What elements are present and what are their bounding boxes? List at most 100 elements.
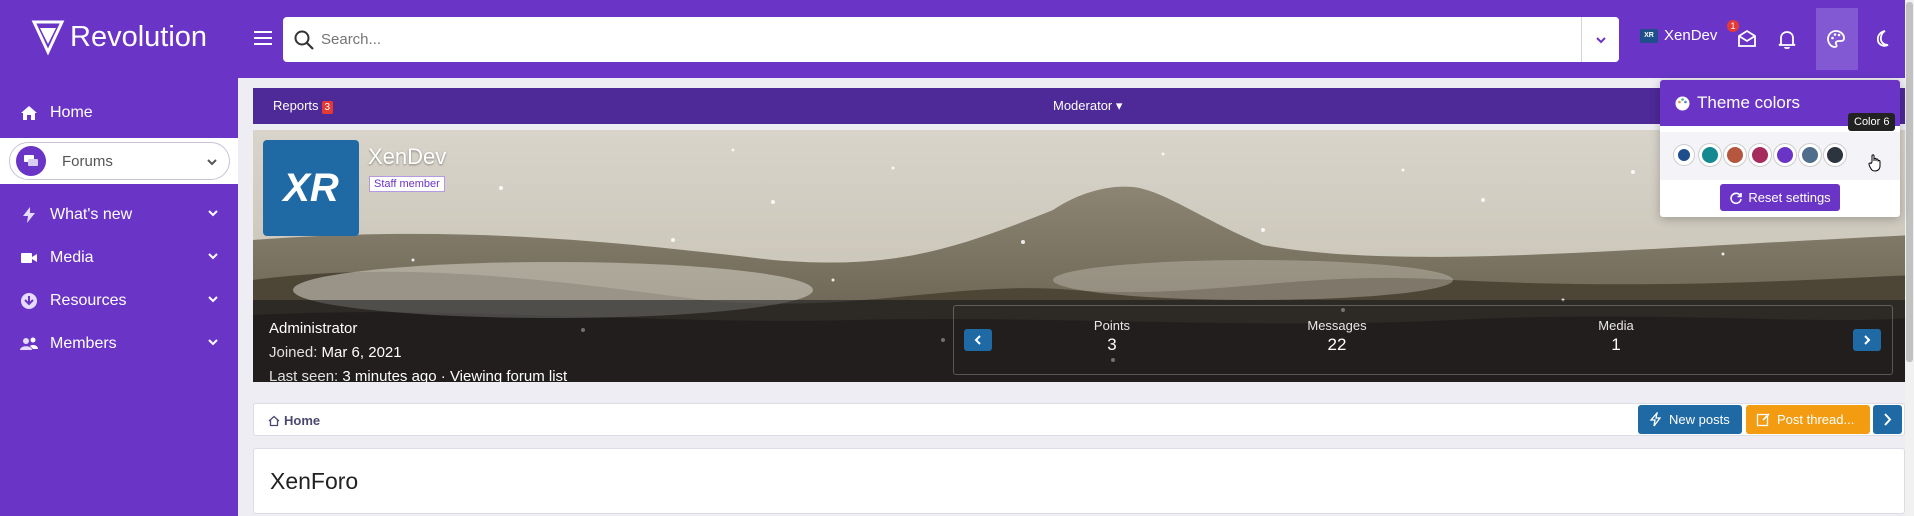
color-swatch-4[interactable] [1749, 144, 1771, 166]
sidebar-item-label: Home [50, 104, 93, 121]
staff-member-badge: Staff member [369, 176, 445, 192]
username: XenDev [1664, 27, 1718, 44]
brand-name: Revolution [70, 20, 208, 53]
reports-badge: 3 [321, 101, 334, 114]
more-actions-button[interactable] [1873, 405, 1902, 434]
reports-link[interactable]: Reports 3 [273, 98, 334, 114]
sidebar-item-whats-new[interactable]: What's new [0, 193, 238, 236]
forums-icon [16, 146, 46, 176]
alerts-button[interactable] [1776, 28, 1800, 50]
sidebar-item-label: Forums [62, 152, 113, 170]
new-posts-button[interactable]: New posts [1638, 405, 1742, 434]
color-swatch-7[interactable] [1824, 144, 1846, 166]
joined-date: Mar 6, 2021 [321, 344, 402, 361]
stat-points[interactable]: Points 3 [1082, 318, 1142, 355]
bolt-icon [18, 205, 40, 225]
avatar: XR [1640, 28, 1658, 43]
moderator-dropdown[interactable]: Moderator ▾ [1053, 98, 1122, 114]
chevron-down-icon[interactable] [205, 155, 219, 169]
hamburger-menu-icon[interactable] [252, 28, 274, 48]
chevron-right-icon [1864, 335, 1871, 345]
chevron-down-icon[interactable] [206, 335, 220, 349]
stat-label: Media [1598, 318, 1634, 333]
post-thread-button[interactable]: Post thread... [1746, 405, 1870, 434]
last-seen-line: Last seen: 3 minutes ago · Viewing forum… [269, 365, 567, 382]
breadcrumb-home[interactable]: Home [268, 413, 320, 428]
user-role: Administrator [269, 320, 358, 337]
chevron-down-icon[interactable] [206, 206, 220, 220]
search-icon [294, 30, 314, 50]
stat-label: Points [1093, 318, 1131, 333]
last-seen-label: Last seen: [269, 368, 339, 382]
reset-settings-label: Reset settings [1748, 190, 1831, 205]
video-icon [18, 248, 40, 268]
home-icon [268, 415, 280, 426]
stat-value: 1 [1611, 335, 1621, 354]
sidebar-item-label: Members [50, 334, 117, 352]
joined-line: Joined: Mar 6, 2021 [269, 341, 567, 365]
refresh-icon [1730, 191, 1743, 204]
user-menu[interactable]: XR XenDev [1640, 27, 1717, 44]
palette-icon [1675, 96, 1690, 110]
profile-details: Administrator Joined: Mar 6, 2021 Last s… [269, 317, 567, 382]
sidebar-item-forums[interactable]: Forums [9, 142, 230, 180]
chevron-right-icon [1884, 413, 1892, 426]
stat-value: 3 [1107, 335, 1117, 354]
hand-cursor-icon [1868, 154, 1881, 172]
color-swatch-5[interactable] [1774, 144, 1796, 166]
color-swatch-3[interactable] [1724, 144, 1746, 166]
sidebar-item-label: Resources [50, 291, 127, 309]
sidebar-item-resources[interactable]: Resources [0, 279, 238, 322]
inbox-badge: 1 [1727, 20, 1739, 32]
sidebar-item-label: What's new [50, 205, 133, 223]
app: Revolution Home Forums What's new Media [0, 0, 1914, 516]
edit-icon [1756, 413, 1770, 427]
profile-avatar[interactable]: XR [263, 140, 359, 236]
breadcrumb-home-label: Home [284, 413, 321, 428]
stats-prev-button[interactable] [964, 329, 992, 351]
popup-title: Theme colors [1697, 93, 1800, 112]
color-swatch-1[interactable] [1674, 145, 1694, 165]
color-tooltip: Color 6 [1848, 113, 1896, 131]
profile-username[interactable]: XenDev [368, 144, 446, 170]
search-options-button[interactable] [1581, 17, 1619, 62]
page-scrollbar[interactable] [1905, 0, 1914, 516]
moon-icon [1876, 30, 1889, 47]
sidebar-item-media[interactable]: Media [0, 236, 238, 279]
reports-label: Reports [273, 98, 319, 113]
stat-media[interactable]: Media 1 [1586, 318, 1646, 355]
palette-icon [1827, 30, 1845, 48]
download-icon [18, 291, 40, 311]
inbox-icon [1738, 29, 1756, 47]
stats-next-button[interactable] [1853, 329, 1881, 351]
last-seen-value[interactable]: 3 minutes ago · Viewing forum list [342, 368, 567, 382]
sidebar-item-label: Media [50, 248, 94, 266]
stat-messages[interactable]: Messages 22 [1292, 318, 1382, 355]
sidebar-item-home[interactable]: Home [0, 86, 238, 140]
sidebar-item-members[interactable]: Members [0, 322, 238, 365]
page-title: XenForo [270, 468, 359, 494]
stat-label: Messages [1307, 318, 1367, 333]
joined-label: Joined: [269, 344, 318, 361]
search-input[interactable] [321, 31, 1521, 48]
inbox-button[interactable] [1736, 28, 1760, 50]
search-bar[interactable] [283, 17, 1619, 62]
brand-logo[interactable]: Revolution [30, 18, 207, 56]
home-icon [18, 103, 40, 123]
new-posts-label: New posts [1669, 412, 1730, 427]
chevron-down-icon[interactable] [206, 292, 220, 306]
revolution-logo-icon [31, 20, 65, 56]
chevron-down-icon [1595, 36, 1606, 43]
stat-value: 22 [1327, 335, 1347, 354]
color-swatch-2[interactable] [1699, 144, 1721, 166]
scrollbar-thumb[interactable] [1906, 2, 1913, 362]
bolt-icon [1649, 412, 1662, 427]
color-swatch-6[interactable] [1799, 144, 1821, 166]
palette-button-icon-wrap [1825, 28, 1849, 50]
users-icon [18, 334, 40, 354]
post-thread-label: Post thread... [1777, 412, 1855, 427]
reset-settings-button[interactable]: Reset settings [1720, 184, 1840, 211]
dark-mode-button[interactable] [1871, 28, 1895, 50]
chevron-down-icon[interactable] [206, 249, 220, 263]
profile-stats: Points 3 Messages 22 Media 1 [953, 305, 1893, 375]
